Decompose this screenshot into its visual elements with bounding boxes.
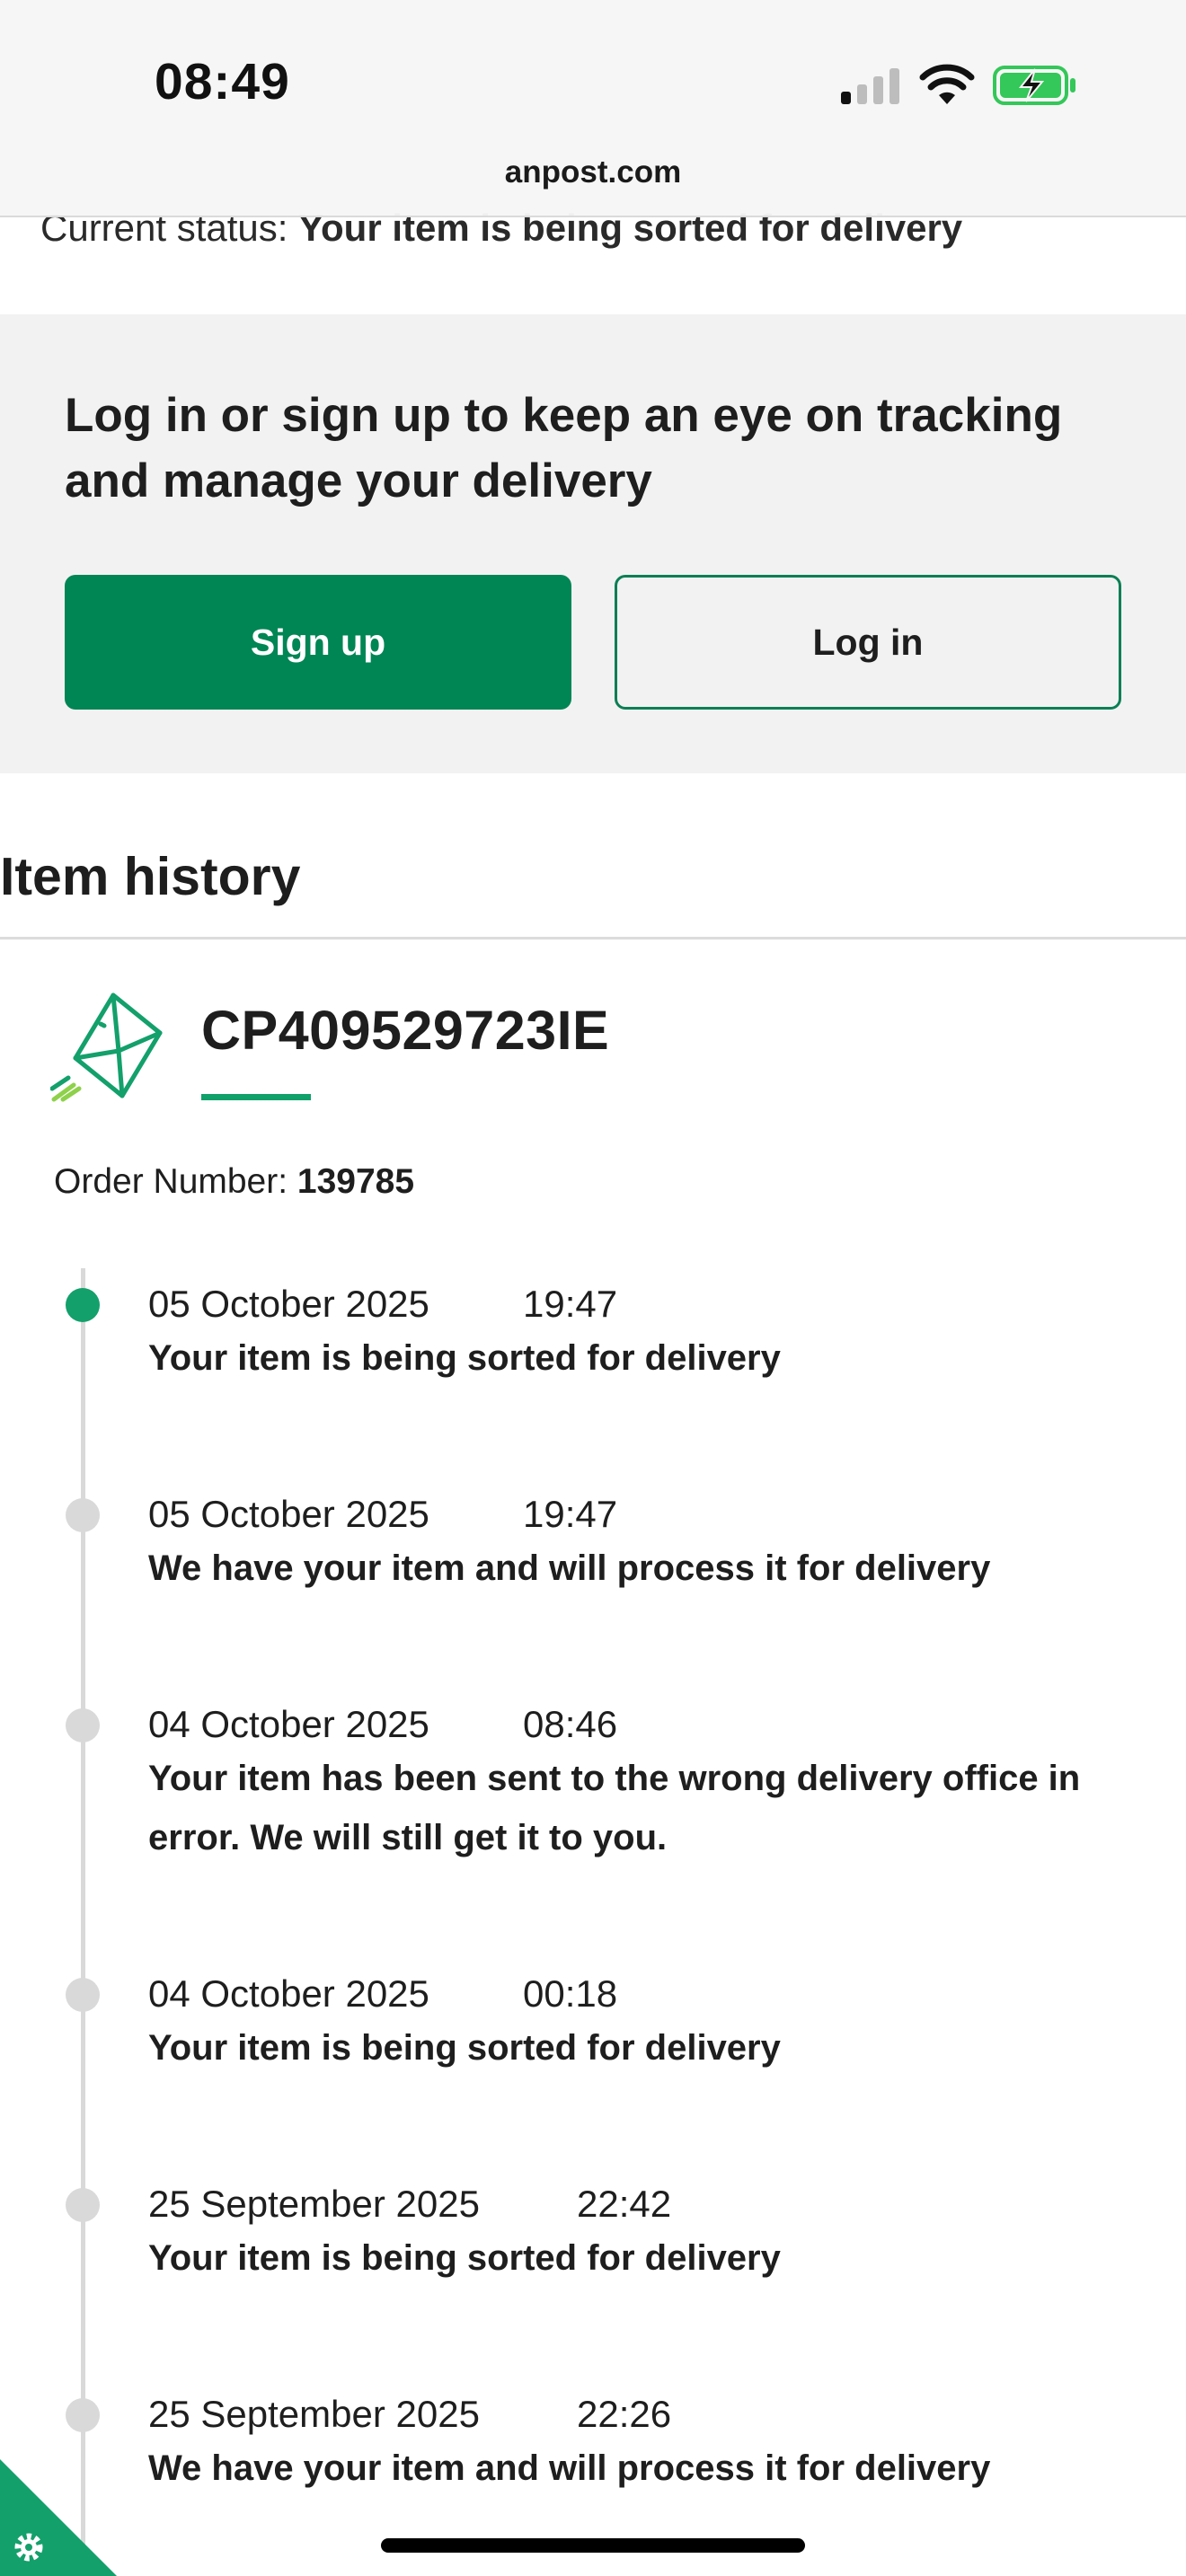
event-date: 04 October 2025 [148, 1703, 429, 1745]
browser-url[interactable]: anpost.com [0, 154, 1186, 190]
order-number-label: Order Number: [54, 1162, 297, 1201]
status-time: 08:49 [155, 53, 290, 110]
event-time: 22:42 [577, 2183, 672, 2225]
timeline-dot [66, 1498, 100, 1532]
event-description: Your item is being sorted for delivery [148, 2028, 781, 2068]
gear-icon [14, 2533, 43, 2562]
browser-status-bar: 08:49 anpost.com [0, 0, 1186, 217]
log-in-button[interactable]: Log in [615, 575, 1121, 710]
tracking-number-underline [201, 1094, 311, 1100]
event-date: 04 October 2025 [148, 1972, 429, 2015]
sign-up-button[interactable]: Sign up [65, 575, 571, 710]
event-date: 05 October 2025 [148, 1493, 429, 1535]
event-date: 25 September 2025 [148, 2183, 480, 2225]
event-description: Your item has been sent to the wrong del… [148, 1759, 1081, 1857]
cookie-settings-button[interactable] [0, 2459, 117, 2576]
event-description: We have your item and will process it fo… [148, 2448, 991, 2488]
event-time: 19:47 [523, 1493, 618, 1535]
signup-panel: Log in or sign up to keep an eye on trac… [0, 314, 1186, 773]
cellular-signal-icon [841, 68, 899, 104]
event-description: Your item is being sorted for delivery [148, 2238, 781, 2278]
event-description: We have your item and will process it fo… [148, 1548, 991, 1588]
home-indicator[interactable] [381, 2538, 805, 2553]
order-number-value: 139785 [296, 1162, 415, 1201]
event-time: 22:26 [577, 2393, 672, 2435]
battery-charging-icon [993, 66, 1075, 105]
event-time: 08:46 [523, 1703, 618, 1745]
timeline-dot-active [66, 1288, 100, 1322]
envelope-parcel-icon [50, 992, 163, 1102]
timeline-line [81, 1268, 85, 2576]
timeline-dot [66, 2188, 100, 2222]
timeline-dot [66, 1708, 100, 1742]
tracking-number: CP409529723IE [201, 1000, 610, 1061]
event-time: 19:47 [523, 1283, 618, 1325]
order-number: Order Number: 139785 [54, 1159, 414, 1205]
timeline-dot [66, 1978, 100, 2012]
timeline-dot [66, 2398, 100, 2432]
event-time: 00:18 [523, 1972, 618, 2015]
wifi-icon [919, 64, 975, 104]
item-history-title: Item history [0, 847, 301, 906]
signup-heading: Log in or sign up to keep an eye on trac… [65, 389, 1063, 507]
event-date: 25 September 2025 [148, 2393, 480, 2435]
section-divider [0, 937, 1186, 940]
page: Current status: Your item is being sorte… [0, 0, 1186, 2576]
event-date: 05 October 2025 [148, 1283, 429, 1325]
event-description: Your item is being sorted for delivery [148, 1338, 781, 1378]
